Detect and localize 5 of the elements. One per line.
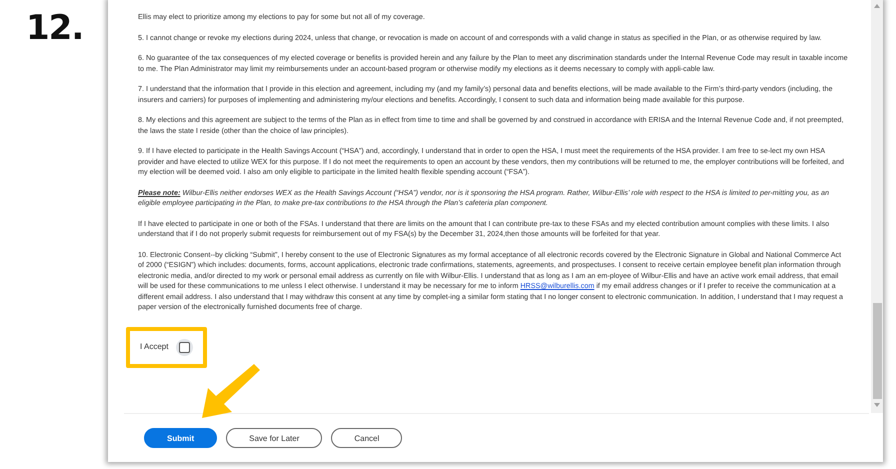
submit-button[interactable]: Submit bbox=[144, 428, 218, 448]
step-number: 12. bbox=[25, 7, 84, 48]
accept-label: I Accept bbox=[140, 342, 168, 352]
save-button[interactable]: Save for Later bbox=[226, 428, 322, 448]
cancel-button[interactable]: Cancel bbox=[331, 428, 402, 448]
